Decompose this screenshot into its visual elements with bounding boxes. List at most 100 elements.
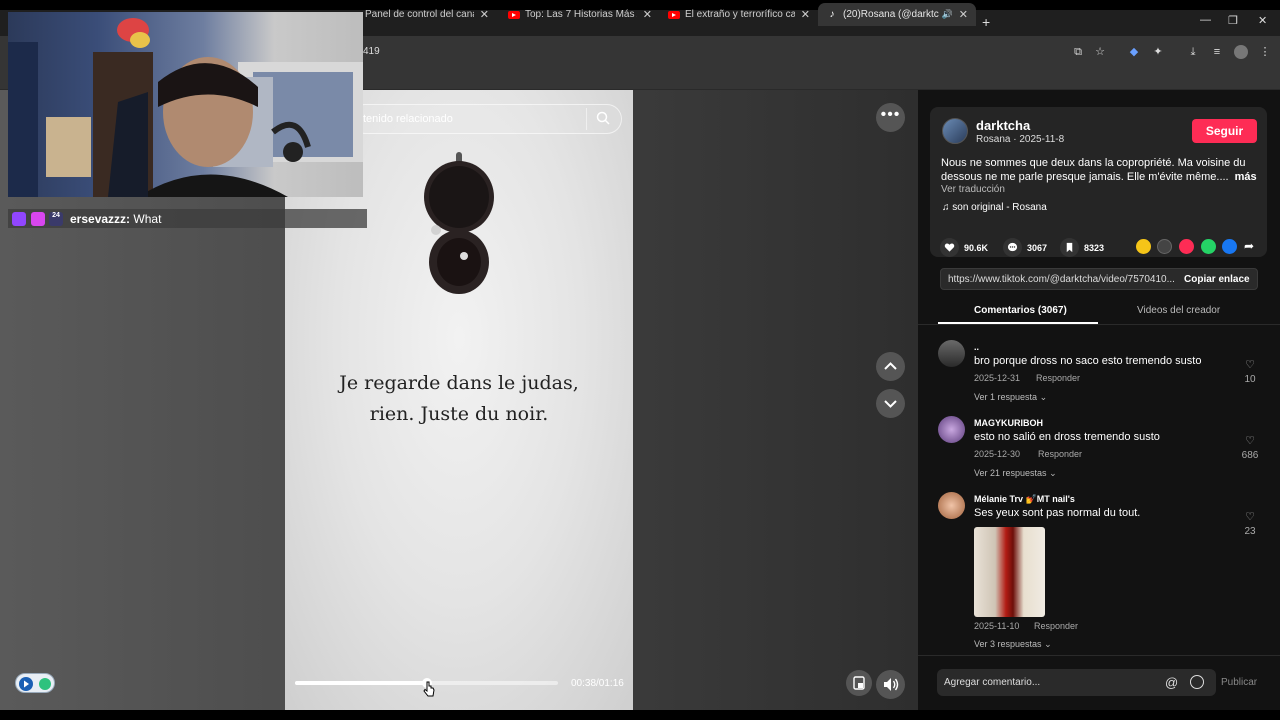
comment-like-count: 23 [1244,526,1256,537]
comment-avatar[interactable] [938,492,965,519]
close-icon[interactable]: ✕ [643,8,652,21]
related-search-text[interactable]: tenido relacionado [363,113,453,125]
bookmark-icon [1060,238,1079,257]
emoji-icon[interactable] [1190,675,1204,689]
more-options-button[interactable]: ••• [876,103,905,132]
comment-text: esto no salió en dross tremendo susto [974,431,1160,443]
youtube-icon [668,9,680,21]
close-icon[interactable]: ✕ [959,8,968,21]
follow-button[interactable]: Seguir [1192,119,1257,143]
view-replies-text: Ver 1 respuesta [974,392,1038,402]
search-divider [586,108,587,130]
publish-button[interactable]: Publicar [1221,677,1257,688]
video-caption: Je regarde dans le judas, rien. Juste du… [285,368,633,430]
music-label: son original - Rosana [952,202,1047,213]
tab-indicator [938,322,1098,324]
peephole-image [424,152,494,294]
comment-avatar[interactable] [938,416,965,443]
url-text[interactable]: 419 [363,46,380,57]
tab-tiktok[interactable]: ♪ (20)Rosana (@darktcha) | Ti 🔊 ✕ [818,3,976,26]
progress-fill [295,681,427,685]
comment-like[interactable]: ♡ 23 [1238,507,1262,537]
search-icon[interactable] [596,111,610,125]
restore-icon[interactable]: ❐ [1228,14,1238,27]
chat-text: What [133,212,162,226]
comment-count: 3067 [1027,242,1048,253]
tab-label: Top: Las 7 Historias Más Aterra [525,9,637,20]
menu-icon[interactable]: ⋮ [1258,45,1272,59]
send-icon[interactable] [1179,239,1194,254]
save-stat[interactable]: 8323 [1060,238,1104,257]
comment-username[interactable]: Mélanie Trv 💅MT nail's [974,494,1075,505]
view-replies-link[interactable]: Ver 3 respuestas ⌄ [974,639,1052,650]
close-window-icon[interactable]: ✕ [1258,14,1267,27]
music-info[interactable]: ♫ son original - Rosana [942,202,1047,213]
translate-link[interactable]: Ver traducción [941,184,1005,195]
tab-label: El extraño y terrorífico caso de [685,9,795,20]
author-name[interactable]: darktcha [976,118,1030,133]
tab-comments[interactable]: Comentarios (3067) [974,305,1067,316]
chat-username: ersevazzz: [70,212,131,226]
close-icon[interactable]: ✕ [801,8,810,21]
comment-text: bro porque dross no saco esto tremendo s… [974,355,1202,367]
picture-in-picture-button[interactable] [846,670,872,696]
speaker-icon[interactable]: 🔊 [942,9,953,20]
previous-video-button[interactable] [876,352,905,381]
reply-button[interactable]: Responder [1034,621,1078,631]
download-icon[interactable]: ⤓ [1186,45,1200,59]
comment-username[interactable]: .. [974,342,979,352]
mention-icon[interactable]: @ [1165,675,1178,690]
extension-toggle[interactable] [15,673,55,693]
tiktok-icon: ♪ [829,9,835,20]
comment-username[interactable]: MAGYKURIBOH [974,418,1043,428]
comment-like[interactable]: ♡ 686 [1238,431,1262,461]
tab-label: (20)Rosana (@darktcha) | Ti [843,9,939,20]
comment-like-count: 686 [1241,450,1259,461]
facebook-icon[interactable] [1222,239,1237,254]
author-avatar[interactable] [942,118,968,144]
reply-button[interactable]: Responder [1036,373,1080,383]
comment-like[interactable]: ♡ 10 [1238,355,1262,385]
tab-youtube-studio[interactable]: Panel de control del canal - You ✕ [357,3,497,26]
media-control-icon[interactable]: ≡ [1210,45,1224,59]
tab-creator-videos[interactable]: Videos del creador [1137,305,1220,316]
heart-outline-icon: ♡ [1245,435,1255,447]
extension-icon[interactable]: ◆ [1127,45,1141,59]
view-replies-link[interactable]: Ver 21 respuestas ⌄ [974,468,1057,479]
install-app-icon[interactable]: ⧉ [1071,45,1085,59]
comment-stat[interactable]: 3067 [1003,238,1047,257]
bottom-letterbox [0,710,1280,720]
close-icon[interactable]: ✕ [480,8,489,21]
puzzle-icon[interactable]: ✦ [1151,45,1165,59]
volume-button[interactable] [876,670,905,699]
copy-link-button[interactable]: Copiar enlace [1184,274,1250,285]
comment-image[interactable] [974,527,1045,617]
share-arrow-icon[interactable]: ➦ [1244,239,1254,253]
embed-icon[interactable] [1157,239,1172,254]
mouse-cursor-icon [423,681,435,697]
like-stat[interactable]: 90.6K [940,238,988,257]
comment-placeholder[interactable]: Agregar comentario... [944,677,1040,688]
music-note-icon: ♫ [942,202,953,213]
next-video-button[interactable] [876,389,905,418]
tab-youtube-caso[interactable]: El extraño y terrorífico caso de ✕ [660,3,818,26]
reply-button[interactable]: Responder [1038,449,1082,459]
tab-label: Panel de control del canal - You [365,9,474,20]
webcam-image [8,18,363,197]
heart-outline-icon: ♡ [1245,359,1255,371]
share-emoji-icon[interactable] [1136,239,1151,254]
heart-icon [940,238,959,257]
whatsapp-icon[interactable] [1201,239,1216,254]
bookmark-star-icon[interactable]: ☆ [1093,45,1107,59]
view-replies-text: Ver 21 respuestas [974,468,1047,478]
tab-youtube-top7[interactable]: Top: Las 7 Historias Más Aterra ✕ [500,3,660,26]
profile-icon[interactable] [1234,45,1248,59]
more-link[interactable]: más [1235,171,1257,183]
post-link[interactable]: https://www.tiktok.com/@darktcha/video/7… [948,274,1175,285]
save-count: 8323 [1084,242,1105,253]
view-replies-link[interactable]: Ver 1 respuesta ⌄ [974,392,1047,403]
comment-avatar[interactable] [938,340,965,367]
minimize-icon[interactable]: — [1200,14,1211,26]
new-tab-button[interactable]: + [982,14,990,30]
comment-icon [1003,238,1022,257]
